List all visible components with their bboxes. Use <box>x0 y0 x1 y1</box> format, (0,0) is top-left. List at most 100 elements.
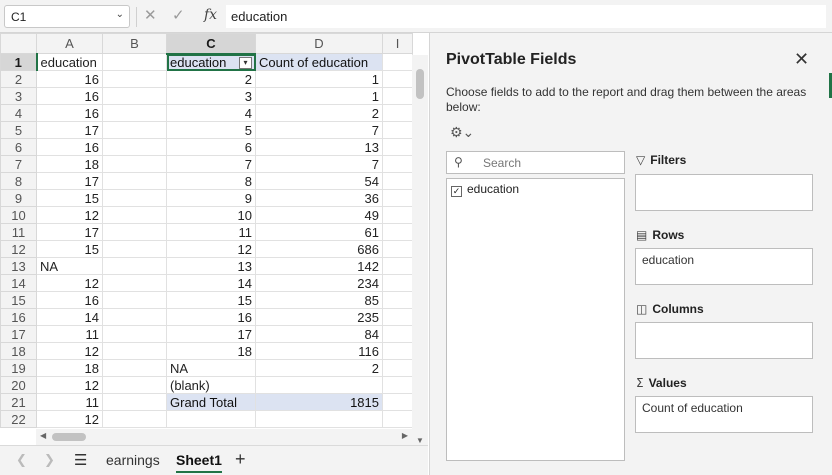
row-header[interactable]: 22 <box>0 410 37 428</box>
cell-a13[interactable]: NA <box>36 257 103 275</box>
chevron-down-icon[interactable]: ⌄ <box>116 9 124 20</box>
cell-b7[interactable] <box>102 155 167 173</box>
row-header[interactable]: 7 <box>0 155 37 173</box>
row-header[interactable]: 13 <box>0 257 37 275</box>
cell-a8[interactable]: 17 <box>36 172 103 190</box>
cell-i7[interactable] <box>382 155 413 173</box>
row-header[interactable]: 17 <box>0 325 37 343</box>
cell-d16[interactable]: 235 <box>255 308 383 326</box>
cell-c1[interactable]: education ▾ <box>166 53 256 71</box>
row-header[interactable]: 14 <box>0 274 37 292</box>
cell-a3[interactable]: 16 <box>36 87 103 105</box>
insert-function-button[interactable]: fx <box>204 7 217 23</box>
cell-b16[interactable] <box>102 308 167 326</box>
cell-a20[interactable]: 12 <box>36 376 103 394</box>
cancel-icon[interactable]: ✕ <box>144 6 157 24</box>
cell-c17[interactable]: 17 <box>166 325 256 343</box>
row-header[interactable]: 4 <box>0 104 37 122</box>
cell-d3[interactable]: 1 <box>255 87 383 105</box>
cell-d9[interactable]: 36 <box>255 189 383 207</box>
field-item-education[interactable]: ✓ education <box>451 182 519 197</box>
scroll-left-icon[interactable]: ◀ <box>40 431 46 440</box>
cell-i5[interactable] <box>382 121 413 139</box>
rows-drop-area[interactable]: education <box>635 248 813 285</box>
cell-c12[interactable]: 12 <box>166 240 256 258</box>
cell-b17[interactable] <box>102 325 167 343</box>
next-sheet-icon[interactable]: ❯ <box>44 452 55 468</box>
cell-a14[interactable]: 12 <box>36 274 103 292</box>
column-header-d[interactable]: D <box>255 33 383 54</box>
cell-a12[interactable]: 15 <box>36 240 103 258</box>
cell-c4[interactable]: 4 <box>166 104 256 122</box>
row-header[interactable]: 6 <box>0 138 37 156</box>
cell-b22[interactable] <box>102 410 167 428</box>
cell-c22[interactable] <box>166 410 256 428</box>
cell-b11[interactable] <box>102 223 167 241</box>
cell-b3[interactable] <box>102 87 167 105</box>
cell-i17[interactable] <box>382 325 413 343</box>
cell-c16[interactable]: 16 <box>166 308 256 326</box>
cell-i15[interactable] <box>382 291 413 309</box>
row-header[interactable]: 1 <box>0 53 38 71</box>
row-header[interactable]: 2 <box>0 70 37 88</box>
close-icon[interactable]: ✕ <box>794 49 809 70</box>
cell-d19[interactable]: 2 <box>255 359 383 377</box>
cell-i13[interactable] <box>382 257 413 275</box>
cell-b4[interactable] <box>102 104 167 122</box>
add-sheet-button[interactable]: + <box>235 449 246 470</box>
cell-c2[interactable]: 2 <box>166 70 256 88</box>
row-header[interactable]: 11 <box>0 223 37 241</box>
cell-c10[interactable]: 10 <box>166 206 256 224</box>
rows-field-chip[interactable]: education <box>642 253 694 267</box>
cell-b18[interactable] <box>102 342 167 360</box>
cell-i1[interactable] <box>382 53 413 71</box>
cell-b15[interactable] <box>102 291 167 309</box>
cell-b2[interactable] <box>102 70 167 88</box>
cell-d8[interactable]: 54 <box>255 172 383 190</box>
row-header[interactable]: 3 <box>0 87 37 105</box>
cell-d18[interactable]: 116 <box>255 342 383 360</box>
name-box[interactable]: C1 ⌄ <box>4 5 130 28</box>
formula-input[interactable]: education <box>226 5 826 28</box>
cell-d12[interactable]: 686 <box>255 240 383 258</box>
cell-i8[interactable] <box>382 172 413 190</box>
values-field-chip[interactable]: Count of education <box>642 401 743 415</box>
cell-c21[interactable]: Grand Total <box>166 393 256 411</box>
cell-i2[interactable] <box>382 70 413 88</box>
values-drop-area[interactable]: Count of education <box>635 396 813 433</box>
row-header[interactable]: 5 <box>0 121 37 139</box>
cell-d13[interactable]: 142 <box>255 257 383 275</box>
vertical-scroll-thumb[interactable] <box>416 69 424 99</box>
cell-a9[interactable]: 15 <box>36 189 103 207</box>
cell-i16[interactable] <box>382 308 413 326</box>
columns-drop-area[interactable] <box>635 322 813 359</box>
cell-i18[interactable] <box>382 342 413 360</box>
row-header[interactable]: 8 <box>0 172 37 190</box>
cell-a22[interactable]: 12 <box>36 410 103 428</box>
cell-c9[interactable]: 9 <box>166 189 256 207</box>
row-header[interactable]: 18 <box>0 342 37 360</box>
cell-d22[interactable] <box>255 410 383 428</box>
filter-dropdown-icon[interactable]: ▾ <box>239 56 252 69</box>
cell-d21[interactable]: 1815 <box>255 393 383 411</box>
cell-a16[interactable]: 14 <box>36 308 103 326</box>
cell-a15[interactable]: 16 <box>36 291 103 309</box>
checkbox-checked-icon[interactable]: ✓ <box>451 186 462 197</box>
cell-c19[interactable]: NA <box>166 359 256 377</box>
cell-b19[interactable] <box>102 359 167 377</box>
row-header[interactable]: 12 <box>0 240 37 258</box>
cell-table[interactable]: A B C D I 1 education education ▾ Count of e… <box>0 33 413 428</box>
cell-b12[interactable] <box>102 240 167 258</box>
row-header[interactable]: 21 <box>0 393 37 411</box>
cell-i12[interactable] <box>382 240 413 258</box>
sheet-tab-earnings[interactable]: earnings <box>106 452 160 468</box>
cell-i9[interactable] <box>382 189 413 207</box>
cell-a21[interactable]: 11 <box>36 393 103 411</box>
cell-c8[interactable]: 8 <box>166 172 256 190</box>
cell-i3[interactable] <box>382 87 413 105</box>
cell-c11[interactable]: 11 <box>166 223 256 241</box>
filters-drop-area[interactable] <box>635 174 813 211</box>
cell-d4[interactable]: 2 <box>255 104 383 122</box>
cell-a19[interactable]: 18 <box>36 359 103 377</box>
cell-c20[interactable]: (blank) <box>166 376 256 394</box>
